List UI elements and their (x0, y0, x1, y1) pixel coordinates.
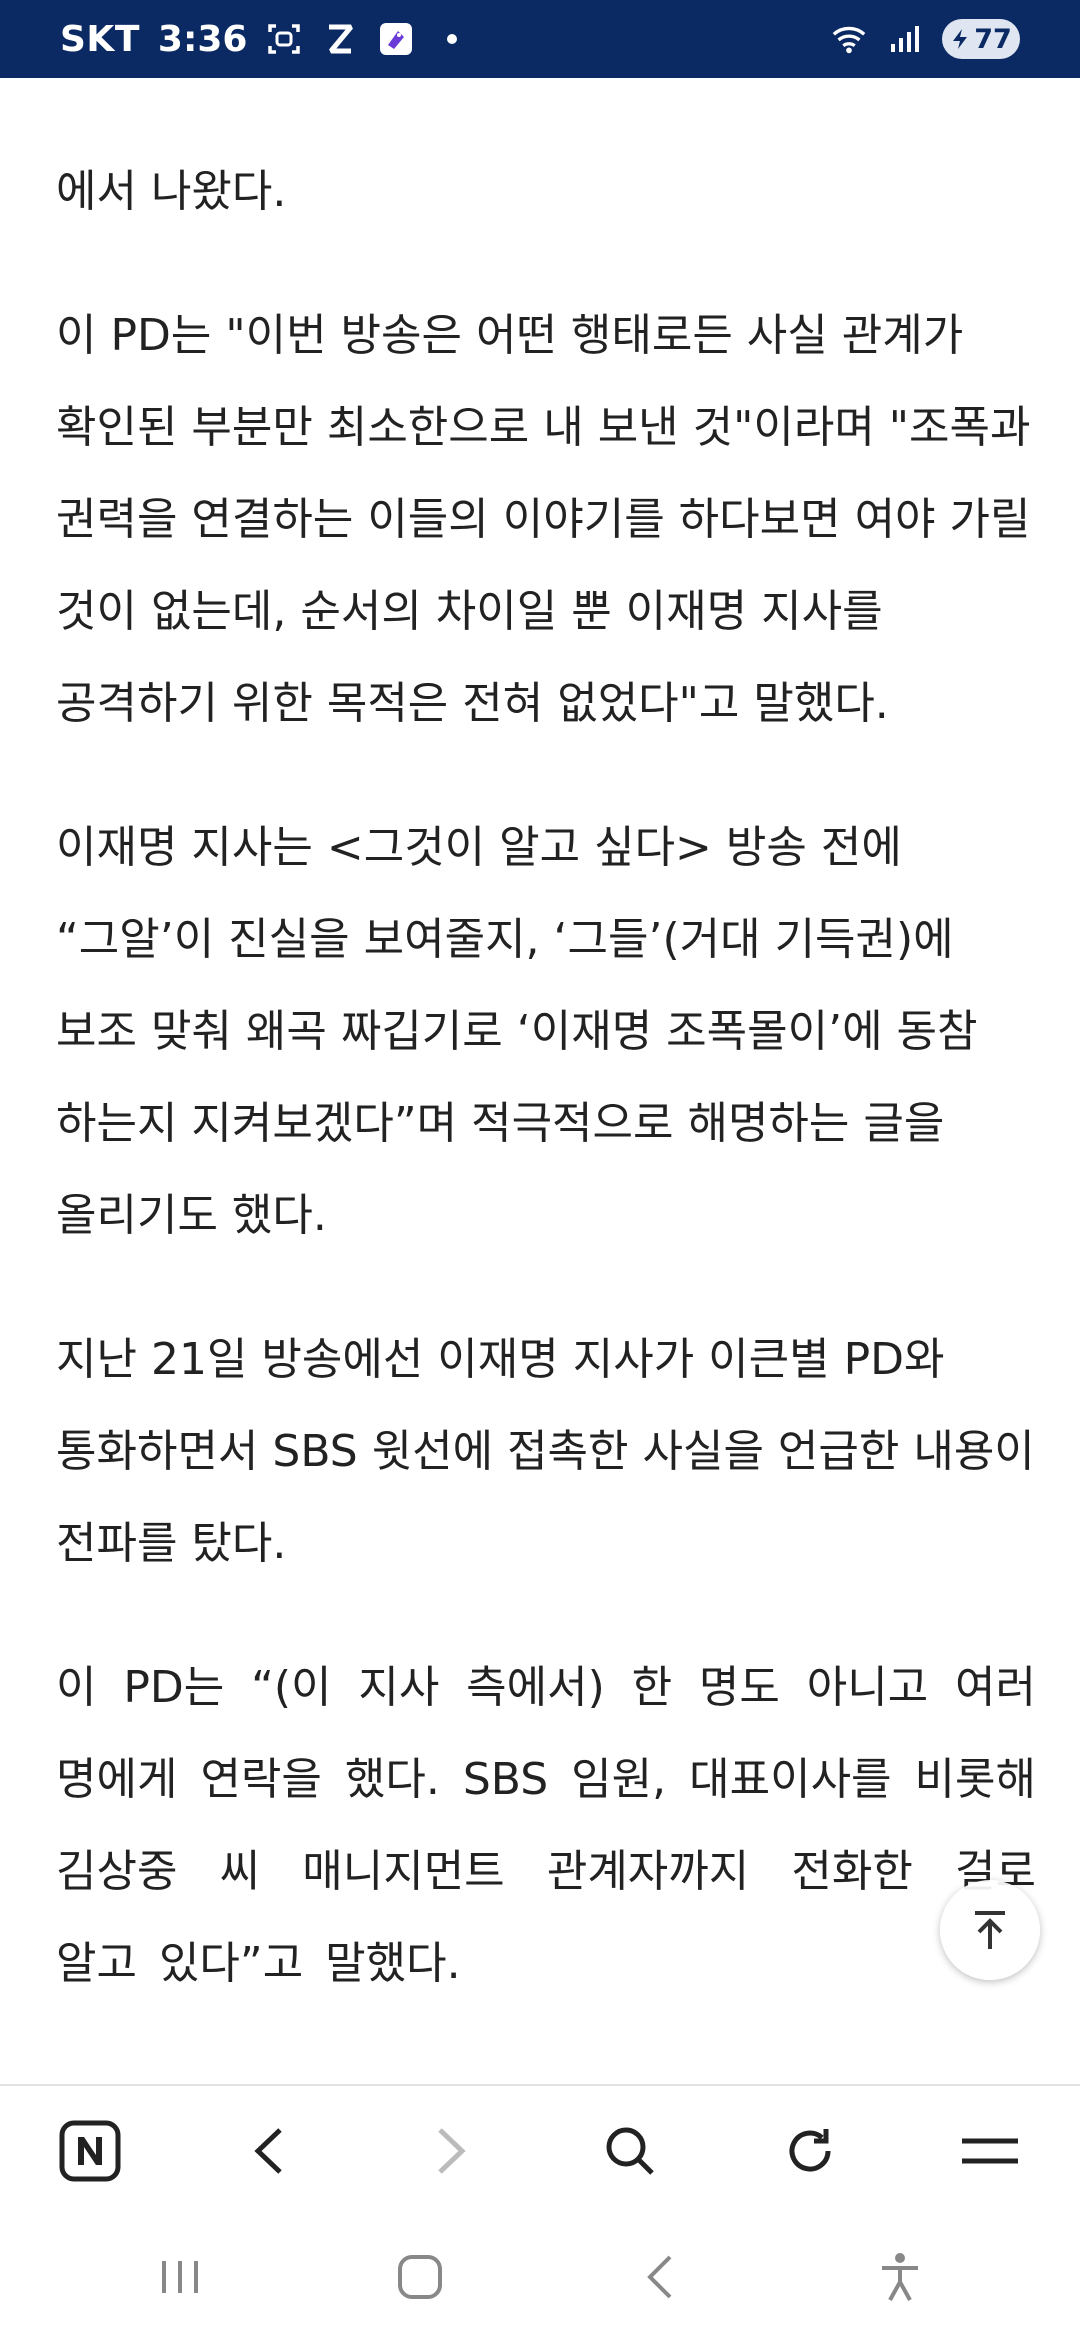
status-bar: SKT 3:36 77 (0, 0, 1080, 78)
naver-home-icon (59, 2120, 121, 2182)
arrow-up-icon (975, 1911, 1005, 1949)
battery-level: 77 (974, 23, 1012, 55)
battery-icon: 77 (942, 19, 1020, 59)
signal-icon (886, 20, 924, 58)
home-button[interactable] (375, 2232, 465, 2322)
article-paragraph: 에서 나왔다. (56, 166, 287, 217)
article-paragraph: 이재명 지사는 <그것이 알고 싶다> 방송 전에 “그알’이 진실을 보여줄지… (56, 822, 978, 1241)
back-icon (254, 2128, 282, 2174)
refresh-button[interactable] (765, 2106, 855, 2196)
article-paragraph: 이 PD는 “(이 지사 측에서) 한 명도 아니고 여러 명에게 연락을 했다… (56, 1662, 1036, 1989)
system-back-button[interactable] (615, 2232, 705, 2322)
z-app-icon (321, 20, 359, 58)
accessibility-icon (882, 2253, 918, 2301)
carrier-label: SKT (60, 18, 140, 60)
search-icon (606, 2127, 654, 2175)
notification-dot-icon (433, 20, 471, 58)
recent-apps-icon (162, 2261, 198, 2293)
face-scan-icon (265, 20, 303, 58)
article-paragraph: 지난 21일 방송에선 이재명 지사가 이큰별 PD와 통화하면서 SBS 윗선… (56, 1334, 1035, 1569)
tag-app-icon (377, 20, 415, 58)
clock: 3:36 (157, 18, 248, 60)
browser-toolbar (0, 2084, 1080, 2216)
refresh-icon (789, 2129, 831, 2172)
home-icon (398, 2255, 442, 2299)
naver-home-button[interactable] (45, 2106, 135, 2196)
system-back-icon (647, 2255, 672, 2299)
article-body: 에서 나왔다. 이 PD는 "이번 방송은 어떤 행태로든 사실 관계가 확인된… (56, 78, 1036, 2076)
scroll-to-top-button[interactable] (940, 1880, 1040, 1980)
menu-button[interactable] (945, 2106, 1035, 2196)
article-paragraph: 이 PD는 "이번 방송은 어떤 행태로든 사실 관계가 확인된 부분만 최소한… (56, 310, 1031, 729)
forward-button[interactable] (405, 2106, 495, 2196)
forward-icon (438, 2128, 466, 2174)
search-button[interactable] (585, 2106, 675, 2196)
system-navigation-bar (0, 2214, 1080, 2340)
recent-apps-button[interactable] (135, 2232, 225, 2322)
menu-icon (962, 2138, 1018, 2164)
back-button[interactable] (225, 2106, 315, 2196)
accessibility-button[interactable] (855, 2232, 945, 2322)
wifi-icon (830, 20, 868, 58)
